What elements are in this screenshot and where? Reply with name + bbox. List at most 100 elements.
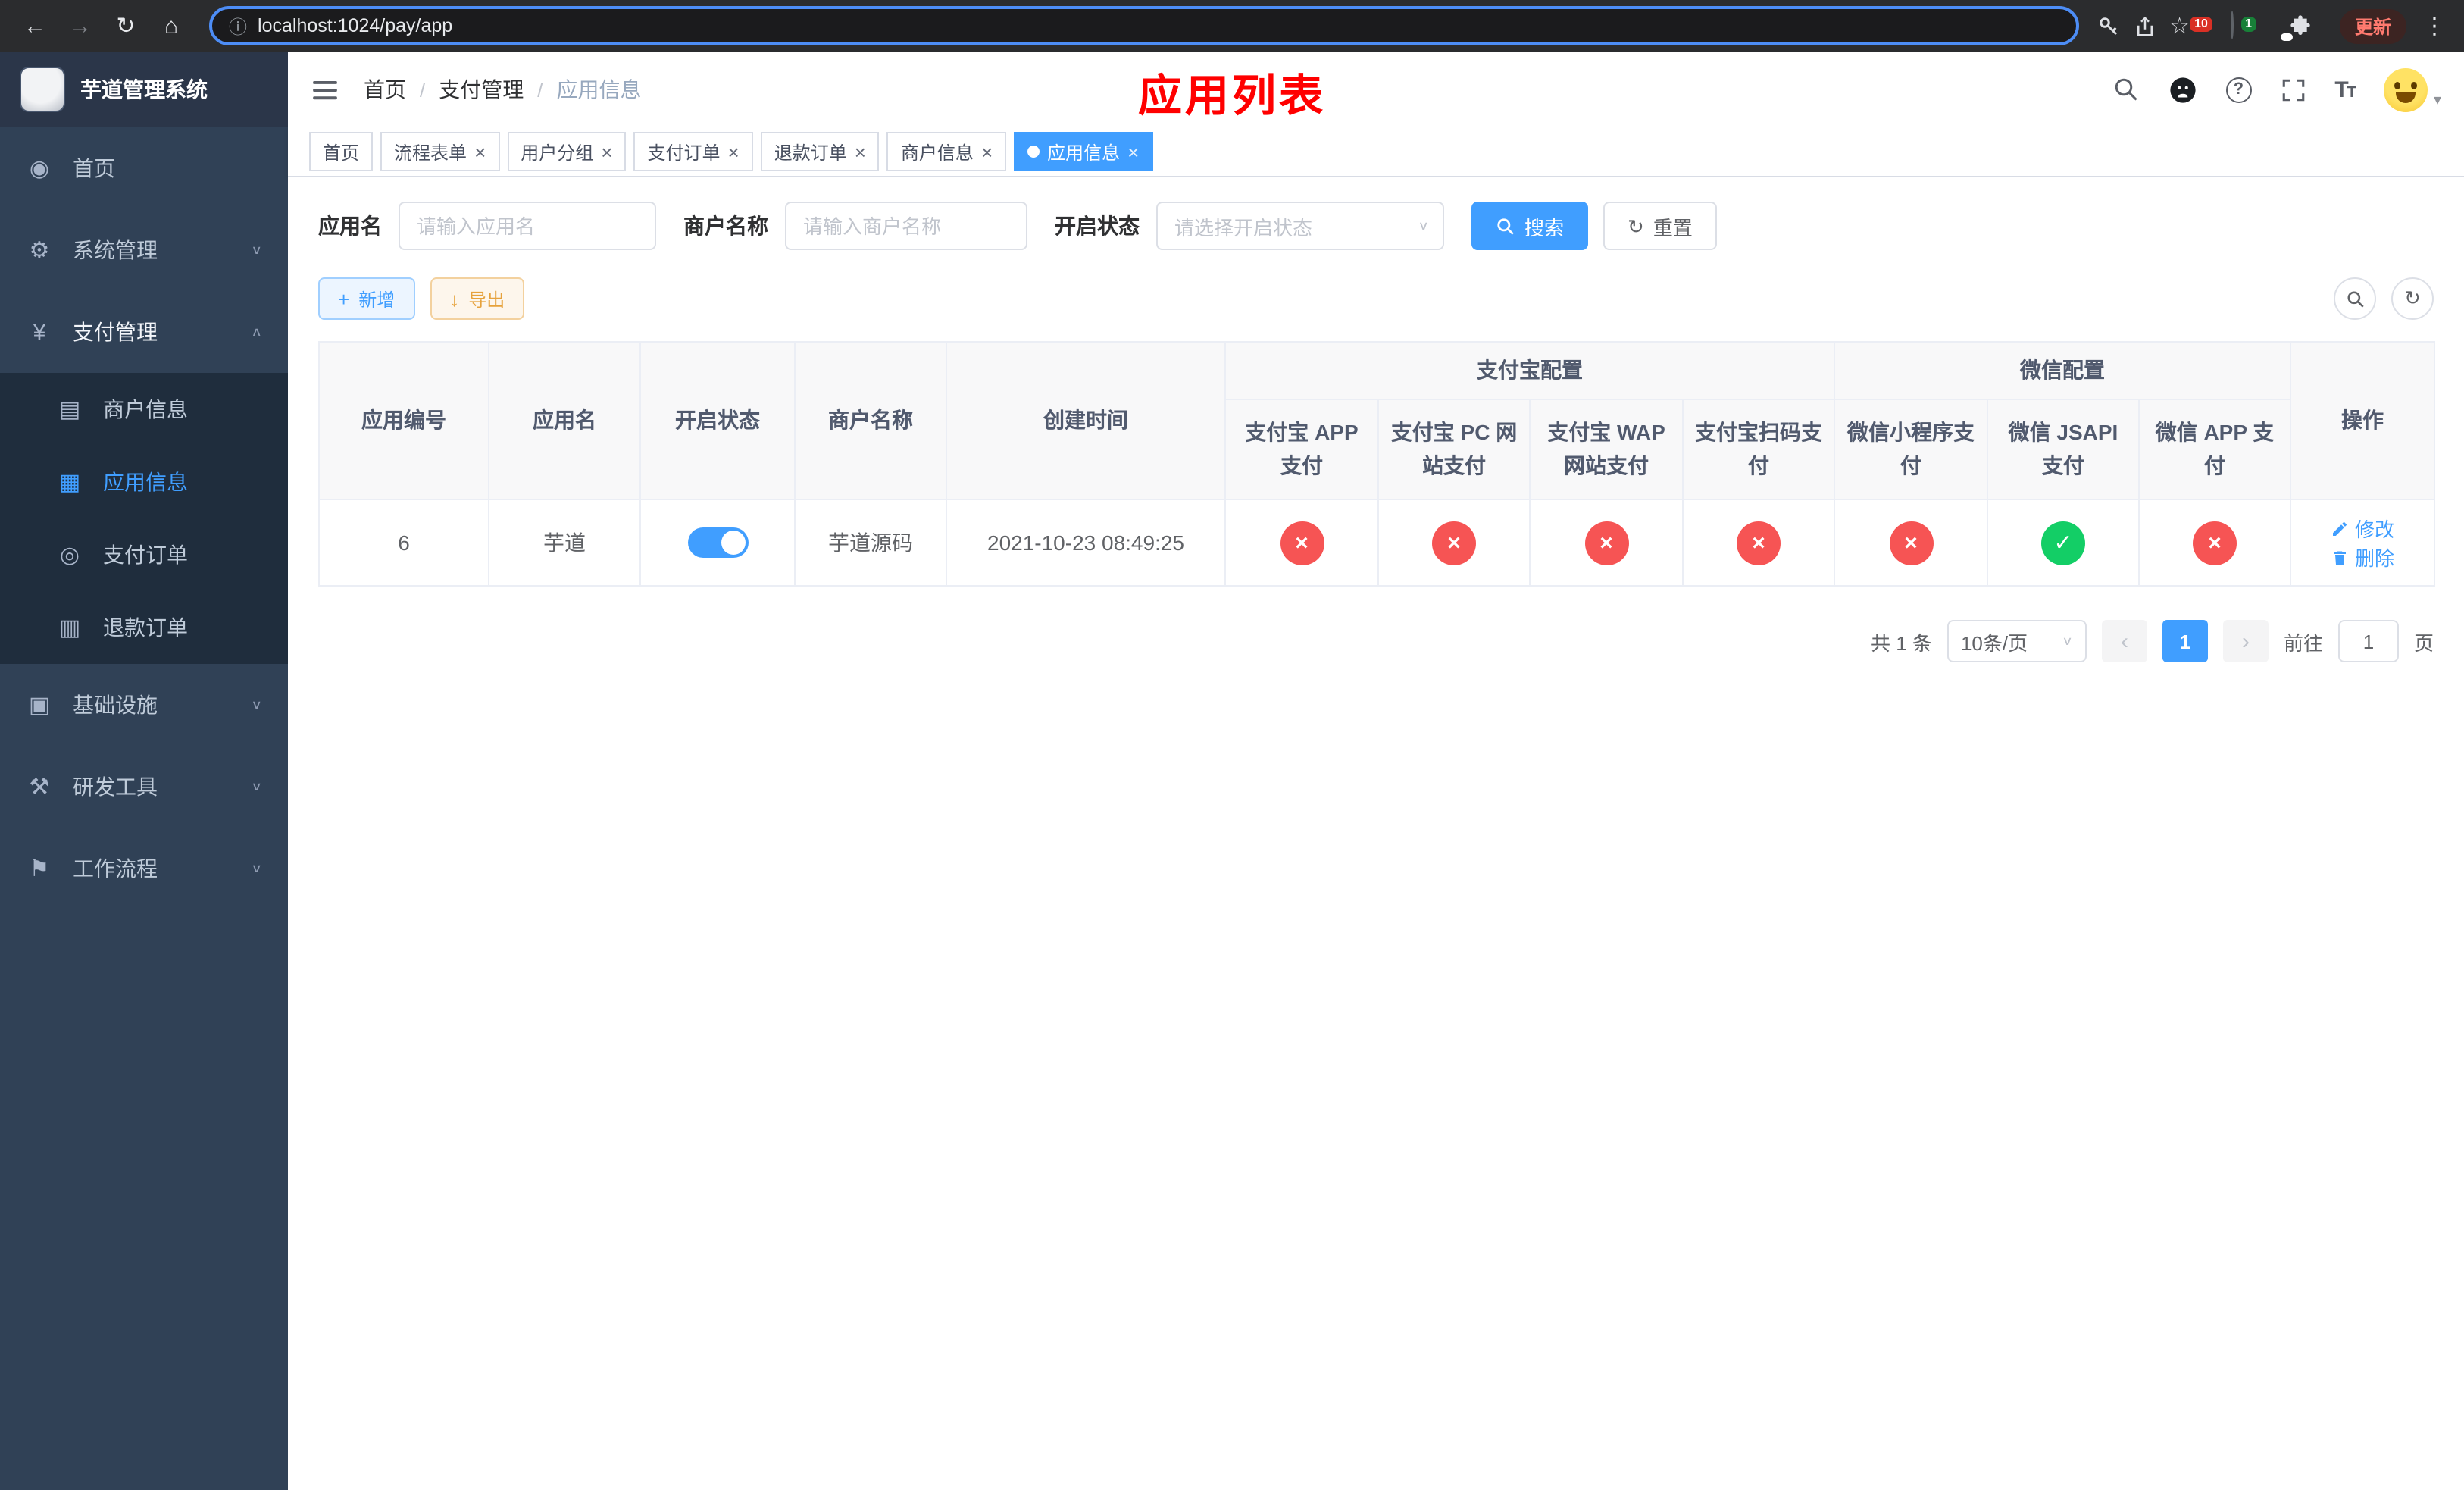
close-icon[interactable]: × (728, 142, 740, 161)
url-bar[interactable]: ⓘ localhost:1024/pay/app (209, 6, 2079, 45)
tab-pay-order[interactable]: 支付订单 × (633, 132, 753, 171)
sidebar-item-label: 系统管理 (73, 238, 158, 262)
reload-icon[interactable]: ↻ (106, 6, 145, 45)
font-size-icon[interactable]: TT (2334, 77, 2356, 102)
table-toolbar: + 新增 ↓ 导出 ↻ (318, 277, 2434, 320)
col-created: 创建时间 (946, 341, 1226, 500)
sidebar-fold-icon[interactable] (311, 75, 339, 104)
delete-button[interactable]: 删除 (2331, 543, 2394, 571)
col-actions: 操作 (2290, 341, 2435, 500)
reset-button[interactable]: ↻ 重置 (1603, 202, 1717, 250)
sidebar-item-infrastructure[interactable]: ▣ 基础设施 ∨ (0, 664, 288, 746)
enabled-toggle[interactable] (687, 527, 748, 558)
user-avatar[interactable]: ▾ (2383, 67, 2441, 111)
page-size-select[interactable]: 10条/页 ∨ (1946, 620, 2087, 662)
extension-dark-icon[interactable] (2230, 11, 2234, 39)
col-merchant: 商户名称 (794, 341, 947, 500)
close-icon[interactable]: × (474, 142, 486, 161)
tab-process-form[interactable]: 流程表单 × (380, 132, 500, 171)
add-button[interactable]: + 新增 (318, 277, 415, 320)
sidebar-item-system[interactable]: ⚙ 系统管理 ∨ (0, 209, 288, 291)
prev-page-button[interactable]: ‹ (2101, 620, 2147, 662)
forward-icon[interactable]: → (61, 6, 100, 45)
breadcrumb-home[interactable]: 首页 (364, 74, 406, 105)
home-icon[interactable]: ⌂ (152, 6, 191, 45)
sidebar-item-refund-order[interactable]: ▥ 退款订单 (0, 591, 288, 664)
tab-app-info[interactable]: 应用信息 × (1014, 132, 1153, 171)
order-icon: ◎ (59, 543, 80, 568)
merchant-name-input[interactable] (785, 202, 1027, 250)
tab-refund-order[interactable]: 退款订单 × (760, 132, 880, 171)
page-size-value: 10条/页 (1960, 631, 2028, 654)
col-app-name: 应用名 (488, 341, 641, 500)
tab-label: 用户分组 (521, 142, 594, 163)
close-icon[interactable]: × (601, 142, 612, 161)
tab-home[interactable]: 首页 (309, 132, 374, 171)
search-icon (2347, 290, 2363, 307)
tab-user-group[interactable]: 用户分组 × (507, 132, 627, 171)
sidebar-item-dev-tools[interactable]: ⚒ 研发工具 ∨ (0, 746, 288, 828)
goto-page-input[interactable] (2337, 620, 2399, 662)
breadcrumb-payment[interactable]: 支付管理 (439, 74, 524, 105)
refresh-table-button[interactable]: ↻ (2391, 277, 2434, 320)
avatar-emoji-icon (2383, 67, 2428, 111)
status-select[interactable]: 请选择开启状态 ∨ (1156, 202, 1444, 250)
workflow-icon: ⚑ (29, 856, 50, 882)
chevron-down-icon: ∨ (1418, 219, 1429, 233)
chevron-up-icon: ∧ (251, 325, 262, 339)
pencil-icon (2332, 521, 2347, 535)
back-icon[interactable]: ← (15, 6, 55, 45)
close-icon[interactable]: × (981, 142, 993, 161)
wechat-app-status-icon: × (2193, 521, 2237, 565)
cell-merchant: 芋道源码 (794, 499, 947, 587)
app-logo[interactable]: 芋道管理系统 (0, 52, 288, 127)
export-button[interactable]: ↓ 导出 (430, 277, 525, 320)
sidebar-item-home[interactable]: ◉ 首页 (0, 127, 288, 209)
sidebar-item-pay-order[interactable]: ◎ 支付订单 (0, 518, 288, 591)
refresh-icon: ↻ (2404, 286, 2421, 309)
search-icon[interactable] (2112, 76, 2139, 103)
sidebar-item-merchant-info[interactable]: ▤ 商户信息 (0, 373, 288, 446)
close-icon[interactable]: × (1127, 142, 1139, 161)
site-info-icon[interactable]: ⓘ (229, 13, 247, 39)
app-grid-icon: ▦ (58, 470, 81, 496)
app-name-input[interactable] (399, 202, 656, 250)
app-title: 芋道管理系统 (80, 77, 208, 102)
status-label: 开启状态 (1055, 214, 1140, 238)
app-table-wrap: 应用编号 应用名 开启状态 商户名称 创建时间 支付宝配置 微信配置 操作 支付… (318, 341, 2435, 587)
add-button-label: 新增 (358, 289, 396, 310)
sidebar-item-payment[interactable]: ¥ 支付管理 ∧ (0, 291, 288, 373)
col-alipay-wap: 支付宝 WAP 网站支付 (1529, 399, 1684, 500)
col-app-id: 应用编号 (318, 341, 489, 500)
edit-button[interactable]: 修改 (2331, 514, 2394, 543)
sidebar-item-workflow[interactable]: ⚑ 工作流程 ∨ (0, 828, 288, 909)
breadcrumb-current: 应用信息 (556, 77, 642, 102)
search-button[interactable]: 搜索 (1471, 202, 1589, 250)
wechat-mini-status-icon: × (1889, 521, 1933, 565)
top-navbar: 首页 / 支付管理 / 应用信息 ? TT ▾ (288, 52, 2464, 127)
tab-label: 首页 (323, 142, 360, 163)
github-icon[interactable] (2168, 75, 2197, 104)
goto-unit: 页 (2413, 631, 2434, 654)
key-icon[interactable] (2097, 14, 2119, 37)
page-1-button[interactable]: 1 (2162, 620, 2208, 662)
yen-icon: ¥ (33, 319, 46, 345)
refresh-icon: ↻ (1628, 214, 1644, 237)
toggle-search-button[interactable] (2334, 277, 2376, 320)
share-icon[interactable] (2133, 14, 2156, 37)
extension-badge: 10 (2190, 17, 2212, 32)
fullscreen-icon[interactable] (2280, 77, 2306, 102)
next-page-button[interactable]: › (2222, 620, 2269, 662)
browser-menu-icon[interactable]: ⋮ (2420, 12, 2449, 39)
help-icon[interactable]: ? (2225, 77, 2252, 102)
pagination: 共 1 条 10条/页 ∨ ‹ 1 › 前往 页 (318, 620, 2434, 662)
breadcrumb: 首页 / 支付管理 / 应用信息 (364, 74, 642, 105)
merchant-name-label: 商户名称 (683, 214, 768, 238)
bookmark-star-icon[interactable]: ☆ (2169, 12, 2190, 39)
browser-update-button[interactable]: 更新 (2339, 8, 2406, 43)
tab-merchant-info[interactable]: 商户信息 × (886, 132, 1007, 171)
status-select-placeholder: 请选择开启状态 (1174, 216, 1313, 239)
active-dot-icon (1027, 146, 1040, 158)
close-icon[interactable]: × (855, 142, 866, 161)
sidebar-item-app-info[interactable]: ▦ 应用信息 (0, 446, 288, 518)
